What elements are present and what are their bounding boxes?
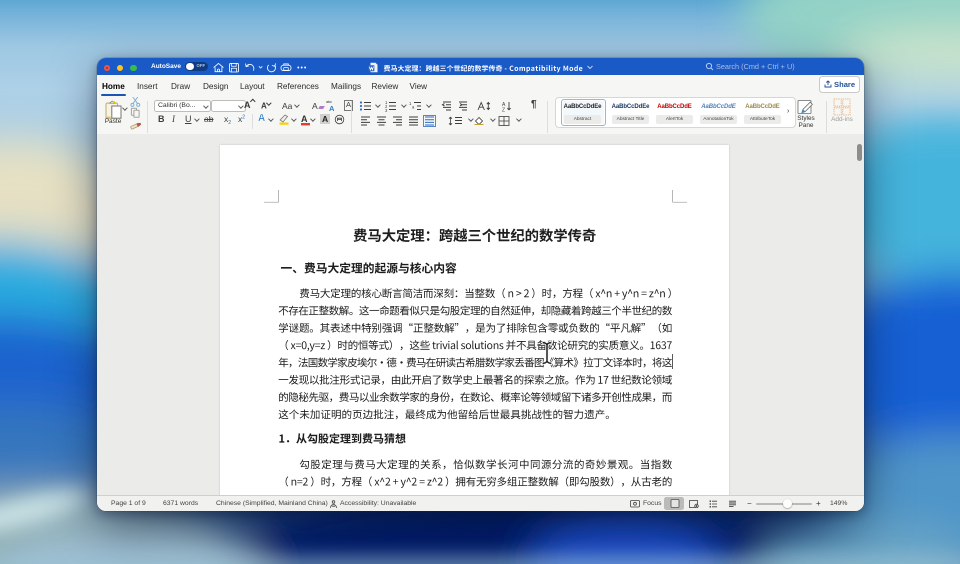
svg-text:3: 3	[385, 108, 388, 112]
svg-text:a: a	[412, 105, 415, 110]
svg-text:Z: Z	[502, 108, 505, 113]
